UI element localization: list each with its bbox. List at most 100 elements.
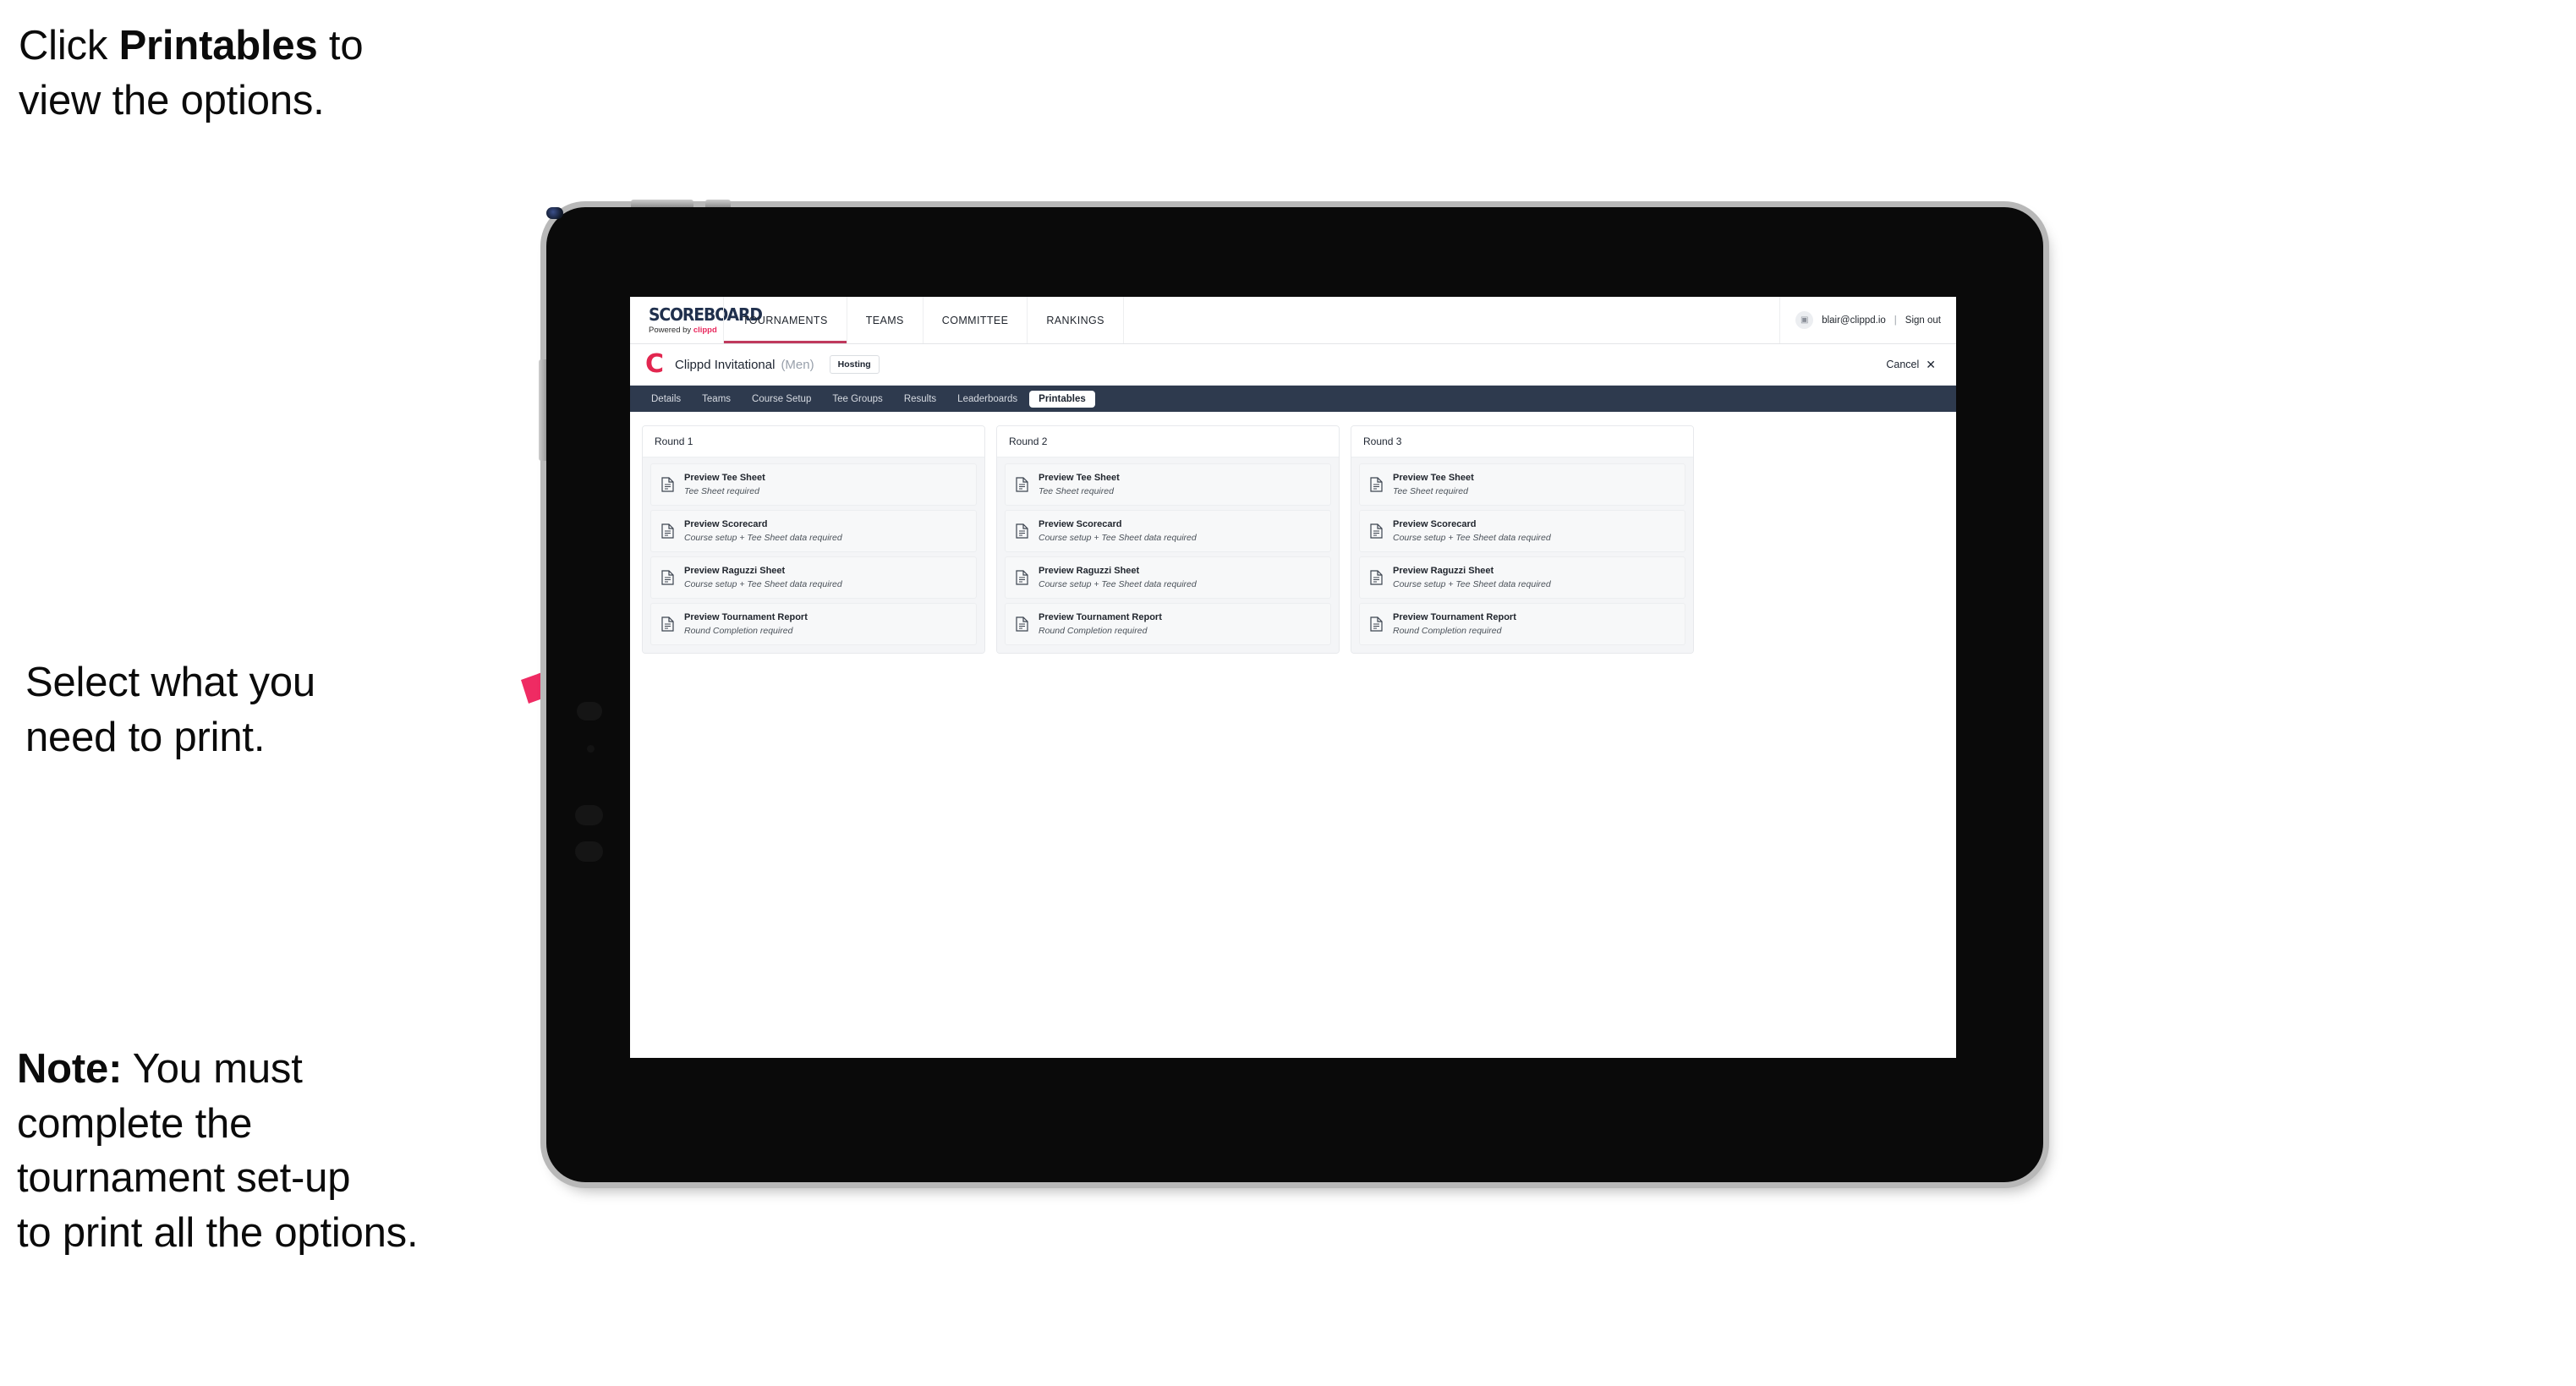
printables-content: Round 1 Preview Tee Sheet Tee Sheet requ… <box>630 412 1956 668</box>
section-tab-bar: Details Teams Course Setup Tee Groups Re… <box>630 386 1956 412</box>
printable-row-tournament-report[interactable]: Preview Tournament Report Round Completi… <box>1359 603 1685 646</box>
printable-row-tournament-report[interactable]: Preview Tournament Report Round Completi… <box>650 603 977 646</box>
printable-title: Preview Scorecard <box>684 519 768 530</box>
printable-title: Preview Tee Sheet <box>1039 473 1120 483</box>
cancel-button[interactable]: Cancel ✕ <box>1886 359 1941 370</box>
tournament-header: C Clippd Invitational (Men) Hosting Canc… <box>630 344 1956 386</box>
printable-title: Preview Raguzzi Sheet <box>1393 566 1494 577</box>
document-icon <box>1016 477 1028 492</box>
printable-row-scorecard[interactable]: Preview Scorecard Course setup + Tee She… <box>650 510 977 553</box>
printable-title: Preview Raguzzi Sheet <box>1039 566 1140 577</box>
annotation-select-print: Select what you need to print. <box>25 660 315 760</box>
printable-requirement: Tee Sheet required <box>1393 485 1468 496</box>
round-title: Round 1 <box>643 426 984 457</box>
printable-requirement: Course setup + Tee Sheet data required <box>1393 532 1551 543</box>
printable-title: Preview Raguzzi Sheet <box>684 566 786 577</box>
brand-title: SCOREBOARD <box>649 304 763 325</box>
printable-row-tournament-report[interactable]: Preview Tournament Report Round Completi… <box>1005 603 1331 646</box>
printable-requirement: Tee Sheet required <box>1039 485 1114 496</box>
device-power-button[interactable] <box>705 200 731 207</box>
round-items: Preview Tee Sheet Tee Sheet required Pre… <box>643 457 984 654</box>
top-navigation-bar: SCOREBOARD Powered by clippd TOURNAMENTS… <box>630 297 1956 344</box>
brand-subtitle: Powered by clippd <box>649 326 723 335</box>
printable-title: Preview Tournament Report <box>1039 612 1162 623</box>
document-icon <box>1016 570 1028 585</box>
cancel-label: Cancel <box>1886 359 1920 370</box>
round-title: Round 2 <box>997 426 1339 457</box>
brand-logo[interactable]: SCOREBOARD Powered by clippd <box>630 297 763 343</box>
printable-requirement: Course setup + Tee Sheet data required <box>1039 532 1197 543</box>
nav-item-committee[interactable]: COMMITTEE <box>924 297 1028 343</box>
annotation-click-prefix: Click <box>19 23 119 68</box>
printable-row-tee-sheet[interactable]: Preview Tee Sheet Tee Sheet required <box>1005 463 1331 507</box>
round-column: Round 2 Preview Tee Sheet Tee Sheet requ… <box>996 425 1340 655</box>
printable-requirement: Course setup + Tee Sheet data required <box>1393 578 1551 589</box>
sign-out-button[interactable]: Sign out <box>1905 315 1941 326</box>
clippd-logo-icon: C <box>645 349 664 379</box>
document-icon <box>1370 570 1383 585</box>
printable-title: Preview Scorecard <box>1393 519 1477 530</box>
avatar[interactable]: ▣ <box>1795 311 1814 329</box>
document-icon <box>1016 616 1028 632</box>
document-icon <box>661 570 674 585</box>
device-speaker-icon <box>575 805 603 825</box>
printable-requirement: Course setup + Tee Sheet data required <box>1039 578 1197 589</box>
printable-row-scorecard[interactable]: Preview Scorecard Course setup + Tee She… <box>1359 510 1685 553</box>
device-camera-icon <box>546 207 563 219</box>
tab-tee-groups[interactable]: Tee Groups <box>823 391 891 408</box>
annotation-click-bold: Printables <box>118 23 318 68</box>
printable-row-raguzzi-sheet[interactable]: Preview Raguzzi Sheet Course setup + Tee… <box>1359 556 1685 600</box>
tab-printables[interactable]: Printables <box>1029 390 1095 408</box>
round-items: Preview Tee Sheet Tee Sheet required Pre… <box>997 457 1339 654</box>
document-icon <box>1370 477 1383 492</box>
document-icon <box>661 477 674 492</box>
printable-row-raguzzi-sheet[interactable]: Preview Raguzzi Sheet Course setup + Tee… <box>1005 556 1331 600</box>
nav-item-teams[interactable]: TEAMS <box>847 297 924 343</box>
printable-title: Preview Tournament Report <box>684 612 808 623</box>
tab-teams[interactable]: Teams <box>693 391 740 408</box>
printable-title: Preview Tournament Report <box>1393 612 1516 623</box>
document-icon <box>1370 523 1383 539</box>
device-speaker-icon <box>577 702 602 720</box>
close-icon: ✕ <box>1926 358 1936 371</box>
tab-details[interactable]: Details <box>642 391 690 408</box>
topbar-spacer <box>1124 297 1781 343</box>
printable-row-scorecard[interactable]: Preview Scorecard Course setup + Tee She… <box>1005 510 1331 553</box>
round-column: Round 3 Preview Tee Sheet Tee Sheet requ… <box>1351 425 1694 655</box>
nav-item-rankings[interactable]: RANKINGS <box>1028 297 1124 343</box>
printable-requirement: Course setup + Tee Sheet data required <box>684 532 842 543</box>
printable-row-raguzzi-sheet[interactable]: Preview Raguzzi Sheet Course setup + Tee… <box>650 556 977 600</box>
tab-results[interactable]: Results <box>895 391 945 408</box>
tournament-name: Clippd Invitational <box>675 357 776 372</box>
brand-powered-name: clippd <box>693 325 717 335</box>
nav-item-tournaments[interactable]: TOURNAMENTS <box>723 297 847 343</box>
user-account-area: ▣ blair@clippd.io | Sign out <box>1780 297 1956 343</box>
device-sensor-icon <box>587 745 595 753</box>
user-separator: | <box>1894 315 1897 326</box>
app-screen: SCOREBOARD Powered by clippd TOURNAMENTS… <box>630 297 1956 1058</box>
printable-requirement: Round Completion required <box>1393 625 1502 636</box>
device-volume-button[interactable] <box>631 200 693 207</box>
printable-requirement: Round Completion required <box>1039 625 1148 636</box>
status-badge: Hosting <box>829 355 880 374</box>
printable-requirement: Round Completion required <box>684 625 793 636</box>
printable-row-tee-sheet[interactable]: Preview Tee Sheet Tee Sheet required <box>1359 463 1685 507</box>
printable-requirement: Tee Sheet required <box>684 485 759 496</box>
printable-row-tee-sheet[interactable]: Preview Tee Sheet Tee Sheet required <box>650 463 977 507</box>
primary-nav: TOURNAMENTS TEAMS COMMITTEE RANKINGS <box>723 297 1124 343</box>
printable-title: Preview Scorecard <box>1039 519 1122 530</box>
tab-course-setup[interactable]: Course Setup <box>743 391 820 408</box>
printable-requirement: Course setup + Tee Sheet data required <box>684 578 842 589</box>
round-title: Round 3 <box>1351 426 1693 457</box>
device-speaker-icon <box>575 841 603 862</box>
tab-leaderboards[interactable]: Leaderboards <box>948 391 1027 408</box>
document-icon <box>661 616 674 632</box>
tablet-device-frame: SCOREBOARD Powered by clippd TOURNAMENTS… <box>539 200 2043 1182</box>
document-icon <box>1016 523 1028 539</box>
document-icon <box>1370 616 1383 632</box>
annotation-note-bold: Note: <box>17 1046 123 1092</box>
printable-title: Preview Tee Sheet <box>684 473 765 483</box>
user-email: blair@clippd.io <box>1822 315 1886 326</box>
annotation-click-printables: Click Printables to view the options. <box>19 19 560 128</box>
device-side-edge <box>539 359 546 461</box>
